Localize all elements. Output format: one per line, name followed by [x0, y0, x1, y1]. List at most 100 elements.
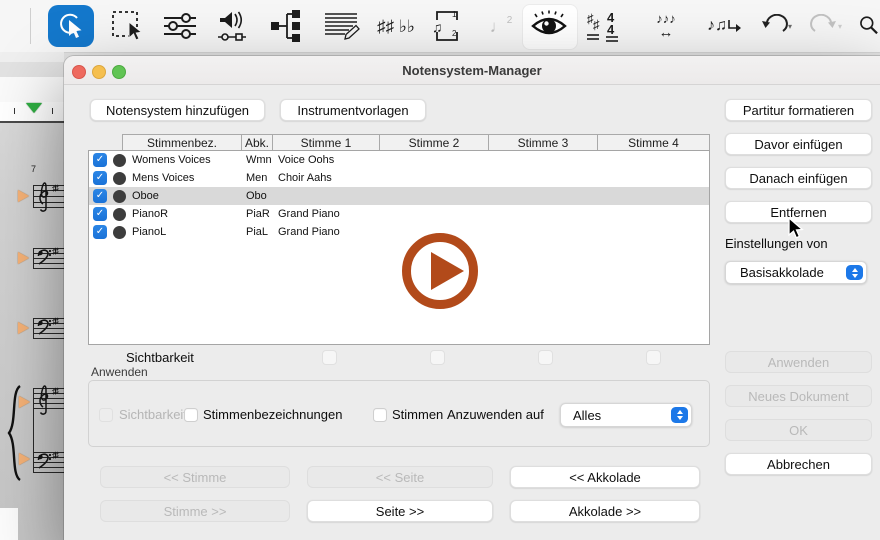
dropdown-stepper-icon: [671, 407, 688, 423]
mixer-icon: [162, 12, 198, 40]
visibility-checkbox-stimme2[interactable]: [430, 350, 445, 365]
key-signature-tool[interactable]: ♯♯ ♭♭: [374, 13, 418, 39]
key-signature: ♯♯: [52, 316, 57, 326]
page-prev-button: << Seite: [307, 466, 493, 488]
staff-row-selected[interactable]: ✓ Oboe Obo: [89, 187, 709, 205]
select-tool-button[interactable]: [48, 5, 94, 47]
staff-color-dot[interactable]: [113, 172, 126, 185]
key-signature-glyphs: ♯♯ ♭♭: [377, 18, 415, 35]
note-spacing-tool[interactable]: ♪♪♪ ↔: [640, 8, 692, 44]
key-signature: ♯♯: [52, 183, 57, 193]
note-move-tool[interactable]: ♪♫: [700, 13, 750, 39]
cancel-button[interactable]: Abbrechen: [725, 453, 872, 475]
column-header-stimme3[interactable]: Stimme 3: [488, 134, 598, 151]
visibility-row-label: Sichtbarkeit: [126, 350, 194, 365]
dialog-title: Notensystem-Manager: [64, 63, 880, 78]
staff-handle[interactable]: [18, 252, 29, 264]
staff-manager-dialog: Notensystem-Manager Notensystem hinzufüg…: [64, 56, 880, 540]
repeat-number-1: 1: [452, 10, 456, 19]
marquee-tool[interactable]: [108, 13, 150, 39]
page-next-button[interactable]: Seite >>: [307, 500, 493, 522]
playback-tool[interactable]: [212, 13, 256, 39]
staff-line: [33, 472, 64, 473]
staff-color-dot[interactable]: [113, 226, 126, 239]
undo-icon: [760, 14, 788, 38]
staff-visible-checkbox[interactable]: ✓: [93, 171, 107, 185]
key-signature: ♯♯: [52, 386, 57, 396]
dialog-titlebar[interactable]: Notensystem-Manager: [64, 56, 880, 85]
staff-name: PianoR: [132, 205, 168, 223]
lyrics-tool[interactable]: [320, 13, 364, 39]
staff-visible-checkbox[interactable]: ✓: [93, 153, 107, 167]
staff-row[interactable]: ✓ Mens Voices Men Choir Aahs: [89, 169, 709, 187]
insert-after-button[interactable]: Danach einfügen: [725, 167, 872, 189]
apply-to-dropdown[interactable]: Alles: [560, 403, 692, 427]
repeat-ending-tool[interactable]: ♫ 1 2: [428, 13, 472, 39]
staff-color-dot[interactable]: [113, 154, 126, 167]
column-header-stimme4[interactable]: Stimme 4: [597, 134, 710, 151]
column-header-abk[interactable]: Abk.: [241, 134, 273, 151]
apply-group-label: Anwenden: [91, 365, 148, 379]
format-score-button[interactable]: Partitur formatieren: [725, 99, 872, 121]
redo-icon: [810, 14, 838, 38]
visibility-checkbox-stimme4[interactable]: [646, 350, 661, 365]
new-document-button: Neues Dokument: [725, 385, 872, 407]
redo-button[interactable]: ▾: [806, 13, 846, 39]
note-entry-tool[interactable]: ♩ 2: [484, 13, 518, 39]
group-prev-button[interactable]: << Akkolade: [510, 466, 700, 488]
group-next-button[interactable]: Akkolade >>: [510, 500, 700, 522]
apply-voice-names-checkbox[interactable]: [184, 408, 198, 422]
ruler-position-marker[interactable]: [26, 103, 42, 113]
text-lines-pencil-icon: [323, 11, 361, 41]
visibility-tool[interactable]: [528, 13, 570, 39]
time-signature-tool[interactable]: ♯ ♯ 4 4: [584, 13, 626, 39]
apply-voices-checkbox[interactable]: [373, 408, 387, 422]
treble-clef: [35, 178, 51, 214]
magnifier-icon: [858, 13, 880, 39]
staff-visible-checkbox[interactable]: ✓: [93, 225, 107, 239]
staff-tree-icon: [271, 9, 303, 43]
column-header-stimme2[interactable]: Stimme 2: [379, 134, 489, 151]
staff-tool[interactable]: [268, 13, 306, 39]
visibility-checkbox-stimme1[interactable]: [322, 350, 337, 365]
instrument-templates-button[interactable]: Instrumentvorlagen: [280, 99, 426, 121]
staff-handle[interactable]: [19, 396, 30, 408]
video-play-overlay[interactable]: [398, 229, 482, 313]
staff-name: Mens Voices: [132, 169, 194, 187]
apply-visibility-label: Sichtbarkeit: [119, 407, 187, 422]
undo-button[interactable]: ▾: [756, 13, 796, 39]
page-corner: [0, 508, 18, 540]
staff-row[interactable]: ✓ Womens Voices Wmn Voice Oohs: [89, 151, 709, 169]
zoom-tool[interactable]: [858, 13, 880, 39]
settings-scope-dropdown[interactable]: Basisakkolade: [725, 261, 867, 284]
column-header-stimmenbez[interactable]: Stimmenbez.: [122, 134, 242, 151]
staff-visible-checkbox[interactable]: ✓: [93, 189, 107, 203]
bass-clef: [36, 450, 52, 470]
speaker-icon: [214, 10, 254, 42]
staff-name: PianoL: [132, 223, 166, 241]
staff-color-dot[interactable]: [113, 208, 126, 221]
time-signature-icon: ♯ ♯ 4 4: [585, 9, 625, 43]
insert-before-button[interactable]: Davor einfügen: [725, 133, 872, 155]
undo-menu-arrow[interactable]: ▾: [788, 22, 792, 31]
apply-visibility-checkbox: [99, 408, 113, 422]
add-staff-button[interactable]: Notensystem hinzufügen: [90, 99, 265, 121]
staff-color-dot[interactable]: [113, 190, 126, 203]
bass-clef: [36, 246, 52, 266]
apply-to-value: Alles: [573, 408, 601, 423]
staff-handle[interactable]: [18, 322, 29, 334]
apply-voices-label: Stimmen: [392, 407, 443, 422]
column-header-stimme1[interactable]: Stimme 1: [272, 134, 380, 151]
svg-text:♯: ♯: [593, 17, 600, 32]
staff-voice1: Grand Piano: [278, 223, 340, 241]
settings-of-label: Einstellungen von: [725, 236, 828, 251]
staff-visible-checkbox[interactable]: ✓: [93, 207, 107, 221]
staff-abbr: Obo: [246, 187, 267, 205]
treble-clef: [35, 381, 51, 417]
mixer-tool[interactable]: [160, 13, 200, 39]
visibility-checkbox-stimme3[interactable]: [538, 350, 553, 365]
staff-row[interactable]: ✓ PianoR PiaR Grand Piano: [89, 205, 709, 223]
staff-handle[interactable]: [18, 190, 29, 202]
voice-next-button: Stimme >>: [100, 500, 290, 522]
staff-handle[interactable]: [19, 453, 30, 465]
